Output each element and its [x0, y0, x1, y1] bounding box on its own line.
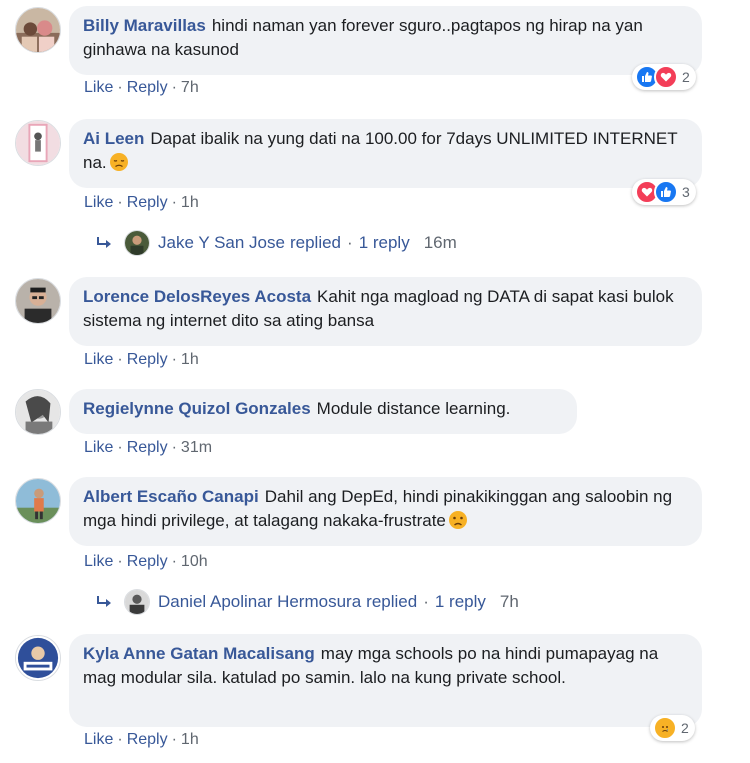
like-link[interactable]: Like — [84, 439, 113, 456]
comment-text: Dapat ibalik na yung dati na 100.00 for … — [83, 129, 678, 172]
comment-bubble: Lorence DelosReyes Acosta Kahit nga maglo… — [69, 277, 702, 346]
comment-bubble: Billy Maravillas hindi naman yan forever … — [69, 6, 702, 75]
avatar[interactable] — [15, 635, 61, 681]
reactions-summary[interactable]: 2 — [650, 715, 695, 741]
comment-time[interactable]: 1h — [181, 194, 199, 211]
reply-link[interactable]: Reply — [127, 79, 168, 96]
comment-time[interactable]: 31m — [181, 439, 212, 456]
comment-bubble: Regielynne Quizol Gonzales Module distanc… — [69, 389, 577, 434]
comment-author[interactable]: Lorence DelosReyes Acosta — [83, 287, 311, 306]
like-link[interactable]: Like — [84, 194, 113, 211]
reply-time: 7h — [499, 592, 519, 611]
comment-author[interactable]: Albert Escaño Canapi — [83, 487, 259, 506]
replier-avatar — [124, 230, 150, 256]
avatar[interactable] — [15, 7, 61, 53]
sad-reaction-icon — [653, 716, 677, 740]
comment-actions: Like · Reply · 7h — [84, 79, 199, 96]
comment-actions: Like · Reply · 1h — [84, 194, 199, 211]
reactions-summary[interactable]: 3 — [632, 179, 696, 205]
frown-face-emoji — [448, 511, 467, 529]
reaction-count: 2 — [682, 69, 690, 85]
avatar[interactable] — [15, 120, 61, 166]
replier-name: Daniel Apolinar Hermosura — [158, 592, 362, 611]
like-link[interactable]: Like — [84, 351, 113, 368]
like-link[interactable]: Like — [84, 553, 113, 570]
replied-label: replied — [289, 233, 342, 252]
comment-actions: Like · Reply · 10h — [84, 553, 208, 570]
love-reaction-icon — [654, 65, 678, 89]
reply-link[interactable]: Reply — [127, 194, 168, 211]
like-reaction-icon — [654, 180, 678, 204]
comment-bubble: Kyla Anne Gatan Macalisang may mga school… — [69, 634, 702, 727]
comment-author[interactable]: Ai Leen — [83, 129, 144, 148]
comment-time[interactable]: 1h — [181, 351, 199, 368]
comment-author[interactable]: Kyla Anne Gatan Macalisang — [83, 644, 315, 663]
comment-text: Module distance learning. — [316, 399, 511, 418]
reply-link[interactable]: Reply — [127, 351, 168, 368]
comment-author[interactable]: Billy Maravillas — [83, 16, 206, 35]
reactions-summary[interactable]: 2 — [632, 64, 696, 90]
view-replies-link[interactable]: Jake Y San Jose replied · 1 reply 16m — [96, 230, 457, 256]
reaction-count: 3 — [682, 184, 690, 200]
reply-link[interactable]: Reply — [127, 439, 168, 456]
reply-count: 1 reply — [358, 233, 410, 252]
reply-count: 1 reply — [434, 592, 486, 611]
comment-bubble: Ai Leen Dapat ibalik na yung dati na 100.… — [69, 119, 702, 188]
comment-actions: Like · Reply · 1h — [84, 351, 199, 368]
reply-time: 16m — [423, 233, 457, 252]
reply-arrow-icon — [97, 596, 111, 607]
comment-author[interactable]: Regielynne Quizol Gonzales — [83, 399, 311, 418]
sad-face-emoji — [109, 153, 128, 171]
view-replies-link[interactable]: Daniel Apolinar Hermosura replied · 1 re… — [96, 589, 519, 615]
reply-link[interactable]: Reply — [127, 731, 168, 748]
avatar[interactable] — [15, 478, 61, 524]
avatar[interactable] — [15, 389, 61, 435]
avatar[interactable] — [15, 278, 61, 324]
replier-avatar — [124, 589, 150, 615]
reaction-count: 2 — [681, 720, 689, 736]
comment-actions: Like · Reply · 31m — [84, 439, 213, 456]
comment-actions: Like · Reply · 1h — [84, 731, 199, 748]
replied-label: replied — [366, 592, 418, 611]
reply-arrow-icon — [97, 237, 111, 248]
comment-time[interactable]: 10h — [181, 553, 208, 570]
comment-time[interactable]: 1h — [181, 731, 199, 748]
comment-time[interactable]: 7h — [181, 79, 199, 96]
reply-link[interactable]: Reply — [127, 553, 168, 570]
replier-name: Jake Y San Jose — [158, 233, 285, 252]
like-link[interactable]: Like — [84, 79, 113, 96]
comment-bubble: Albert Escaño Canapi Dahil ang DepEd, hin… — [69, 477, 702, 546]
like-link[interactable]: Like — [84, 731, 113, 748]
